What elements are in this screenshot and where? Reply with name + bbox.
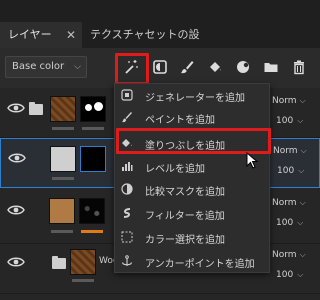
layer-thumbnail: [50, 96, 76, 122]
eye-icon[interactable]: [7, 204, 25, 216]
menu-item-label: ペイントを追加: [145, 115, 215, 126]
layer-thumbnail: [70, 249, 96, 275]
opacity-value: 100: [277, 166, 295, 176]
generator-icon: [121, 89, 133, 101]
levels-icon: [122, 162, 133, 171]
menu-item-add-compare-mask[interactable]: 比較マスクを追加: [115, 178, 269, 200]
chevron-down-icon: ⌵: [300, 146, 307, 155]
eye-icon[interactable]: [8, 152, 26, 164]
blend-mode-value: Norm: [273, 146, 298, 156]
chevron-down-icon: ⌵: [299, 96, 306, 105]
mask-thumbnail: [79, 198, 105, 224]
channel-select[interactable]: Base color ⌵: [5, 56, 87, 78]
menu-item-label: アンカーポイントを追加: [145, 259, 255, 270]
tab-layers[interactable]: レイヤー ✕: [0, 22, 82, 48]
effect-button-highlight: [115, 53, 149, 85]
menu-item-label: 比較マスクを追加: [145, 187, 225, 198]
folder-icon: [52, 256, 66, 269]
layer-thumbnail: [50, 146, 76, 172]
thumb-bar: [52, 127, 74, 130]
menu-item-label: ジェネレーターを追加: [145, 93, 245, 104]
folder-icon: [29, 102, 43, 115]
opacity-select[interactable]: 100 ⌵: [276, 218, 303, 228]
opacity-select[interactable]: 100 ⌵: [276, 116, 303, 126]
mouse-cursor-icon: [246, 152, 259, 169]
menu-item-add-filter[interactable]: フィルターを追加: [115, 202, 269, 224]
thumb-bar: [51, 230, 73, 233]
compare-mask-icon: [121, 183, 133, 195]
menu-item-add-anchor-point[interactable]: アンカーポイントを追加: [115, 250, 269, 272]
channel-select-value: Base color: [12, 61, 65, 72]
chevron-down-icon: ⌵: [299, 250, 306, 259]
chevron-down-icon: ⌵: [74, 62, 81, 72]
menu-item-label: フィルターを追加: [145, 211, 225, 222]
opacity-value: 100: [276, 270, 294, 280]
blend-mode-select[interactable]: Norm ⌵: [272, 96, 306, 106]
fill-item-highlight: [116, 128, 271, 154]
add-folder-button[interactable]: [260, 56, 282, 78]
tab-layers-label: レイヤー: [8, 28, 52, 41]
mask-thumbnail: [80, 96, 106, 122]
brush-icon: [122, 112, 132, 123]
close-icon[interactable]: ✕: [66, 22, 76, 48]
opacity-select[interactable]: 100 ⌵: [277, 166, 304, 176]
blend-mode-value: Norm: [272, 96, 297, 106]
tab-texture-set-settings[interactable]: テクスチャセットの設定: [82, 22, 202, 67]
chevron-down-icon: ⌵: [298, 166, 305, 175]
fill-bucket-icon: [210, 62, 221, 72]
thumb-bar: [81, 230, 103, 233]
opacity-select[interactable]: 100 ⌵: [276, 270, 303, 280]
color-selection-icon: [121, 231, 133, 243]
blend-mode-select[interactable]: Norm ⌵: [273, 146, 307, 156]
menu-item-add-generator[interactable]: ジェネレーターを追加: [115, 84, 269, 106]
layer-toolbar: Base color ⌵: [0, 48, 320, 88]
opacity-value: 100: [276, 116, 294, 126]
add-mask-button[interactable]: [149, 56, 171, 78]
blend-mode-select[interactable]: Norm ⌵: [272, 198, 306, 208]
delete-button[interactable]: [288, 56, 310, 78]
smart-material-icon: [237, 61, 249, 73]
eye-icon[interactable]: [7, 102, 25, 114]
add-paint-layer-button[interactable]: [176, 56, 198, 78]
tab-bar: レイヤー ✕ テクスチャセットの設定: [0, 0, 320, 67]
brush-icon: [181, 61, 194, 74]
chevron-down-icon: ⌵: [297, 218, 304, 227]
filter-icon: [123, 208, 131, 218]
menu-item-add-paint[interactable]: ペイントを追加: [115, 106, 269, 128]
chevron-down-icon: ⌵: [297, 270, 304, 279]
folder-icon: [264, 63, 278, 72]
anchor-icon: [121, 255, 133, 266]
opacity-value: 100: [276, 218, 294, 228]
thumb-bar: [82, 127, 104, 130]
eye-icon[interactable]: [7, 256, 25, 268]
mask-icon: [153, 60, 167, 74]
menu-item-label: レベルを追加: [145, 164, 205, 175]
mask-thumbnail: [80, 146, 106, 172]
layer-thumbnail: [49, 198, 75, 224]
menu-item-add-color-selection[interactable]: カラー選択を追加: [115, 226, 269, 248]
thumb-bar: [52, 177, 74, 180]
trash-icon: [294, 60, 304, 75]
blend-mode-select[interactable]: Norm ⌵: [272, 250, 306, 260]
chevron-down-icon: ⌵: [299, 198, 306, 207]
blend-mode-value: Norm: [272, 198, 297, 208]
thumb-bar: [72, 279, 94, 282]
add-effect-menu: ジェネレーターを追加 ペイントを追加 塗りつぶしを追加 レベルを追加 比較マスク…: [114, 83, 270, 273]
chevron-down-icon: ⌵: [297, 116, 304, 125]
blend-mode-value: Norm: [272, 250, 297, 260]
menu-item-label: カラー選択を追加: [145, 235, 225, 246]
add-smart-material-button[interactable]: [232, 56, 254, 78]
add-fill-layer-button[interactable]: [204, 56, 226, 78]
